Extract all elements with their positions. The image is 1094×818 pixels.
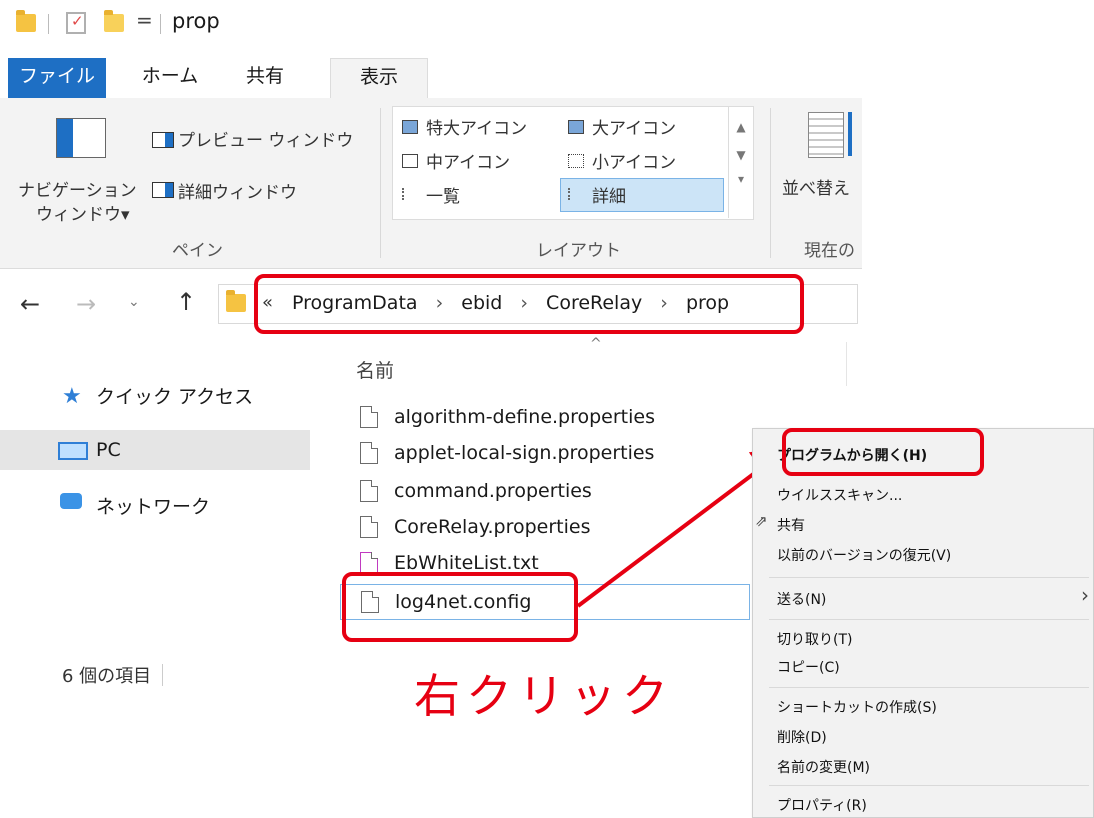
highlight-open-with (782, 428, 984, 476)
menu-properties[interactable]: プロパティ(R) (777, 795, 867, 815)
menu-copy[interactable]: コピー(C) (777, 657, 840, 677)
context-menu: プログラムから開く(H) ウイルススキャン... ⇗ 共有 以前のバージョンの復… (752, 428, 1094, 818)
menu-create-shortcut[interactable]: ショートカットの作成(S) (777, 697, 937, 717)
divider (769, 687, 1089, 688)
chevron-right-icon: › (1081, 583, 1089, 607)
menu-delete[interactable]: 削除(D) (777, 727, 827, 747)
menu-cut[interactable]: 切り取り(T) (777, 629, 852, 649)
share-icon: ⇗ (755, 512, 768, 530)
menu-send-to[interactable]: 送る(N) (777, 589, 826, 609)
menu-rename[interactable]: 名前の変更(M) (777, 757, 870, 777)
menu-share[interactable]: 共有 (777, 515, 805, 535)
divider (769, 619, 1089, 620)
divider (769, 577, 1089, 578)
divider (769, 785, 1089, 786)
menu-restore-previous[interactable]: 以前のバージョンの復元(V) (777, 545, 951, 565)
menu-virus-scan[interactable]: ウイルススキャン... (777, 485, 902, 505)
